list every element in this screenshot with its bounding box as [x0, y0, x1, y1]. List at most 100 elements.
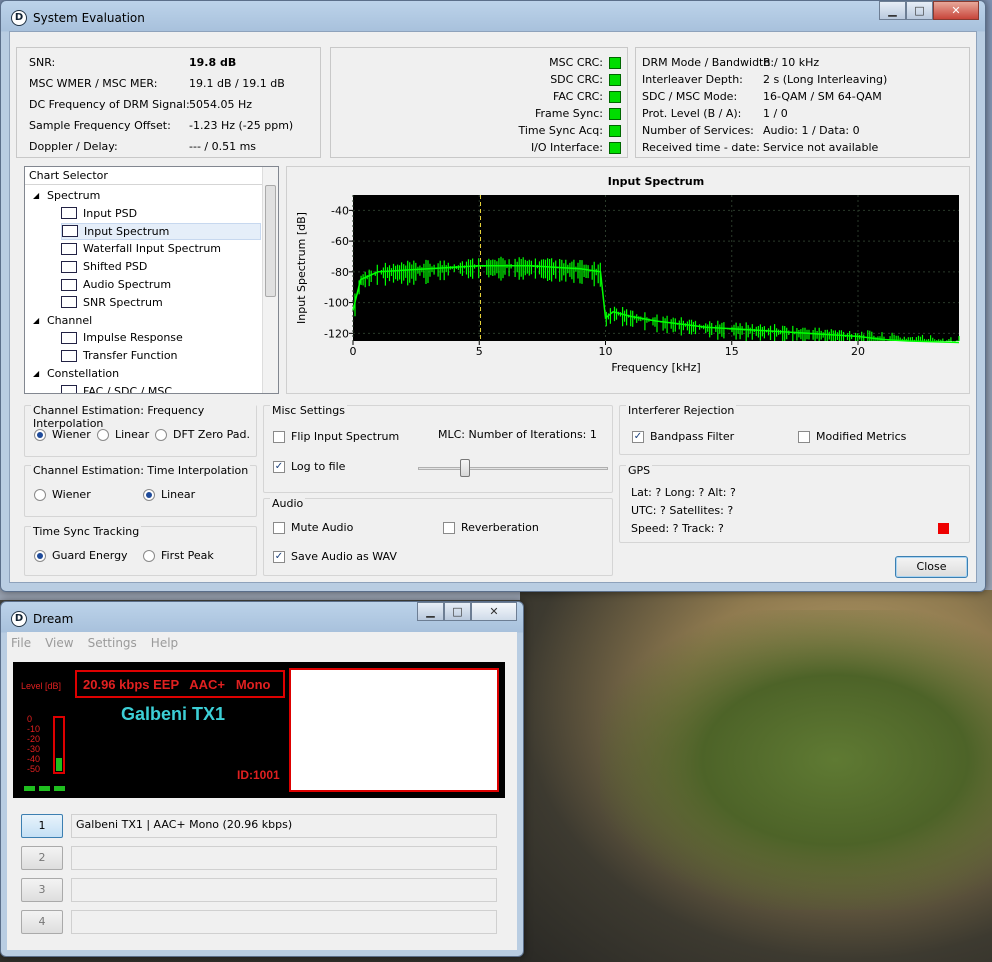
minimize-button[interactable]: ▁: [879, 1, 906, 20]
flip-input-spectrum-checkbox[interactable]: Flip Input Spectrum: [273, 430, 399, 443]
slider-handle[interactable]: [459, 459, 470, 477]
mode-value: Service not available: [763, 141, 879, 154]
chart-selector-item[interactable]: ◢ Constellation: [33, 365, 263, 382]
title-bar[interactable]: D System Evaluation ▁ □ ✕: [1, 1, 985, 31]
radio-option-label: Linear: [115, 428, 150, 441]
interferer-rejection-group: Interferer Rejection ✓ Bandpass Filter M…: [619, 404, 970, 455]
dream-title-bar[interactable]: D Dream ▁ □ ✕: [1, 602, 523, 632]
radio-option[interactable]: Wiener: [34, 428, 91, 441]
service-button[interactable]: 2: [21, 846, 63, 870]
checkbox-unchecked-icon: [798, 430, 810, 443]
mode-value: Audio: 1 / Data: 0: [763, 124, 860, 137]
constellation-icon: [61, 385, 77, 393]
chart-selector-item[interactable]: Input Spectrum: [61, 222, 261, 240]
radio-option[interactable]: Linear: [97, 428, 149, 441]
spectrum-plot: Input Spectrum 0 5 10 15 20 -40 -60 -80 -100 -120 F…: [295, 175, 960, 374]
radio-option[interactable]: Linear: [143, 488, 195, 501]
radio-option[interactable]: DFT Zero Pad.: [155, 428, 250, 441]
menu-item[interactable]: File: [11, 636, 31, 650]
collapse-arrow-icon[interactable]: ◢: [33, 369, 41, 378]
radio-unselected-icon: [155, 428, 167, 441]
mode-info-panel: DRM Mode / Bandwidth: B / 10 kHz Interleav…: [635, 47, 970, 158]
window-title: System Evaluation: [33, 11, 145, 25]
flip-input-spectrum-label: Flip Input Spectrum: [291, 430, 400, 443]
mlc-iterations-label: MLC: Number of Iterations: 1: [438, 428, 597, 441]
impulse-response-icon: [61, 331, 77, 344]
menu-item[interactable]: Settings: [88, 636, 137, 650]
level-meter-fill: [56, 757, 62, 771]
chart-selector-item[interactable]: Shifted PSD: [61, 258, 261, 275]
chart-selector-item-label: Constellation: [47, 367, 120, 380]
misc-settings-label: Misc Settings: [270, 404, 347, 417]
info-key: DC Frequency of DRM Signal:: [29, 98, 190, 111]
mlc-iterations-slider[interactable]: [418, 459, 608, 479]
checkbox-unchecked-icon: [443, 521, 455, 534]
mute-audio-checkbox[interactable]: Mute Audio: [273, 521, 353, 534]
chart-selector-item[interactable]: Waterfall Input Spectrum: [61, 240, 261, 257]
dream-window-title: Dream: [33, 612, 74, 626]
modified-metrics-checkbox[interactable]: Modified Metrics: [798, 430, 906, 443]
minimize-button[interactable]: ▁: [417, 602, 444, 621]
save-audio-wav-checkbox[interactable]: ✓ Save Audio as WAV: [273, 550, 397, 563]
menu-item[interactable]: View: [45, 636, 73, 650]
service-button[interactable]: 3: [21, 878, 63, 902]
collapse-arrow-icon[interactable]: ◢: [33, 316, 41, 325]
level-tick-label: -50: [27, 764, 41, 774]
picture-area: [289, 668, 499, 792]
radio-option[interactable]: Wiener: [34, 488, 91, 501]
radio-option-label: Wiener: [52, 488, 91, 501]
input-psd-icon: [61, 207, 77, 220]
mode-key: Prot. Level (B / A):: [642, 107, 742, 120]
maximize-button[interactable]: □: [444, 602, 471, 621]
chart-selector-scrollbar[interactable]: [262, 167, 278, 393]
radio-selected-icon: [34, 428, 46, 441]
status-led-icon: [609, 141, 621, 154]
checkbox-unchecked-icon: [273, 430, 285, 443]
chart-selector-item[interactable]: Impulse Response: [61, 329, 261, 346]
chart-selector-item-label: Audio Spectrum: [83, 278, 172, 291]
chart-selector-item[interactable]: SNR Spectrum: [61, 294, 261, 311]
station-label: Galbeni TX1: [121, 704, 226, 724]
close-window-button[interactable]: ✕: [933, 1, 979, 20]
status-led-icon: [609, 90, 621, 103]
log-to-file-checkbox[interactable]: ✓ Log to file: [273, 460, 345, 473]
info-value: 5054.05 Hz: [189, 98, 253, 111]
radio-selected-icon: [34, 549, 46, 562]
level-tick-label: -40: [27, 754, 41, 764]
chart-selector-item[interactable]: Transfer Function: [61, 347, 261, 364]
radio-option[interactable]: First Peak: [143, 549, 214, 562]
service-button[interactable]: 4: [21, 910, 63, 934]
chart-selector-item[interactable]: Audio Spectrum: [61, 276, 261, 293]
signal-info-panel: SNR: 19.8 dB MSC WMER / MSC MER: 19.1 dB / …: [16, 47, 321, 158]
x-tick-label: 5: [476, 345, 483, 358]
time-interp-label: Channel Estimation: Time Interpolation: [31, 464, 251, 477]
maximize-button[interactable]: □: [906, 1, 933, 20]
chart-selector[interactable]: Chart Selector ◢ Spectrum Input PSD Input S…: [24, 166, 279, 394]
chart-selector-item-label: Input Spectrum: [84, 224, 170, 238]
mute-audio-label: Mute Audio: [291, 521, 354, 534]
radio-option-label: DFT Zero Pad.: [173, 428, 250, 441]
bandpass-filter-checkbox[interactable]: ✓ Bandpass Filter: [632, 430, 734, 443]
system-evaluation-window: D System Evaluation ▁ □ ✕ SNR: 19.8 dB MSC…: [0, 0, 986, 592]
radio-unselected-icon: [34, 488, 46, 501]
radio-unselected-icon: [97, 428, 109, 441]
level-tick-label: -10: [27, 724, 41, 734]
x-tick-label: 10: [599, 345, 613, 358]
chart-selector-item[interactable]: ◢ Channel: [33, 312, 263, 329]
status-row: SDC CRC:: [550, 73, 621, 86]
close-button[interactable]: Close: [895, 556, 968, 578]
chart-selector-item[interactable]: Input PSD: [61, 205, 261, 222]
close-window-button[interactable]: ✕: [471, 602, 517, 621]
status-label: FAC CRC:: [553, 90, 603, 103]
service-button[interactable]: 1: [21, 814, 63, 838]
reverberation-checkbox[interactable]: Reverberation: [443, 521, 539, 534]
menu-item[interactable]: Help: [151, 636, 178, 650]
checkbox-checked-icon: ✓: [632, 430, 644, 443]
info-value: 19.1 dB / 19.1 dB: [189, 77, 285, 90]
collapse-arrow-icon[interactable]: ◢: [33, 191, 41, 200]
save-audio-wav-label: Save Audio as WAV: [291, 550, 397, 563]
chart-selector-item[interactable]: FAC / SDC / MSC: [61, 383, 261, 393]
radio-option[interactable]: Guard Energy: [34, 549, 128, 562]
chart-selector-item-label: Waterfall Input Spectrum: [83, 242, 222, 256]
chart-selector-item[interactable]: ◢ Spectrum: [33, 187, 263, 204]
